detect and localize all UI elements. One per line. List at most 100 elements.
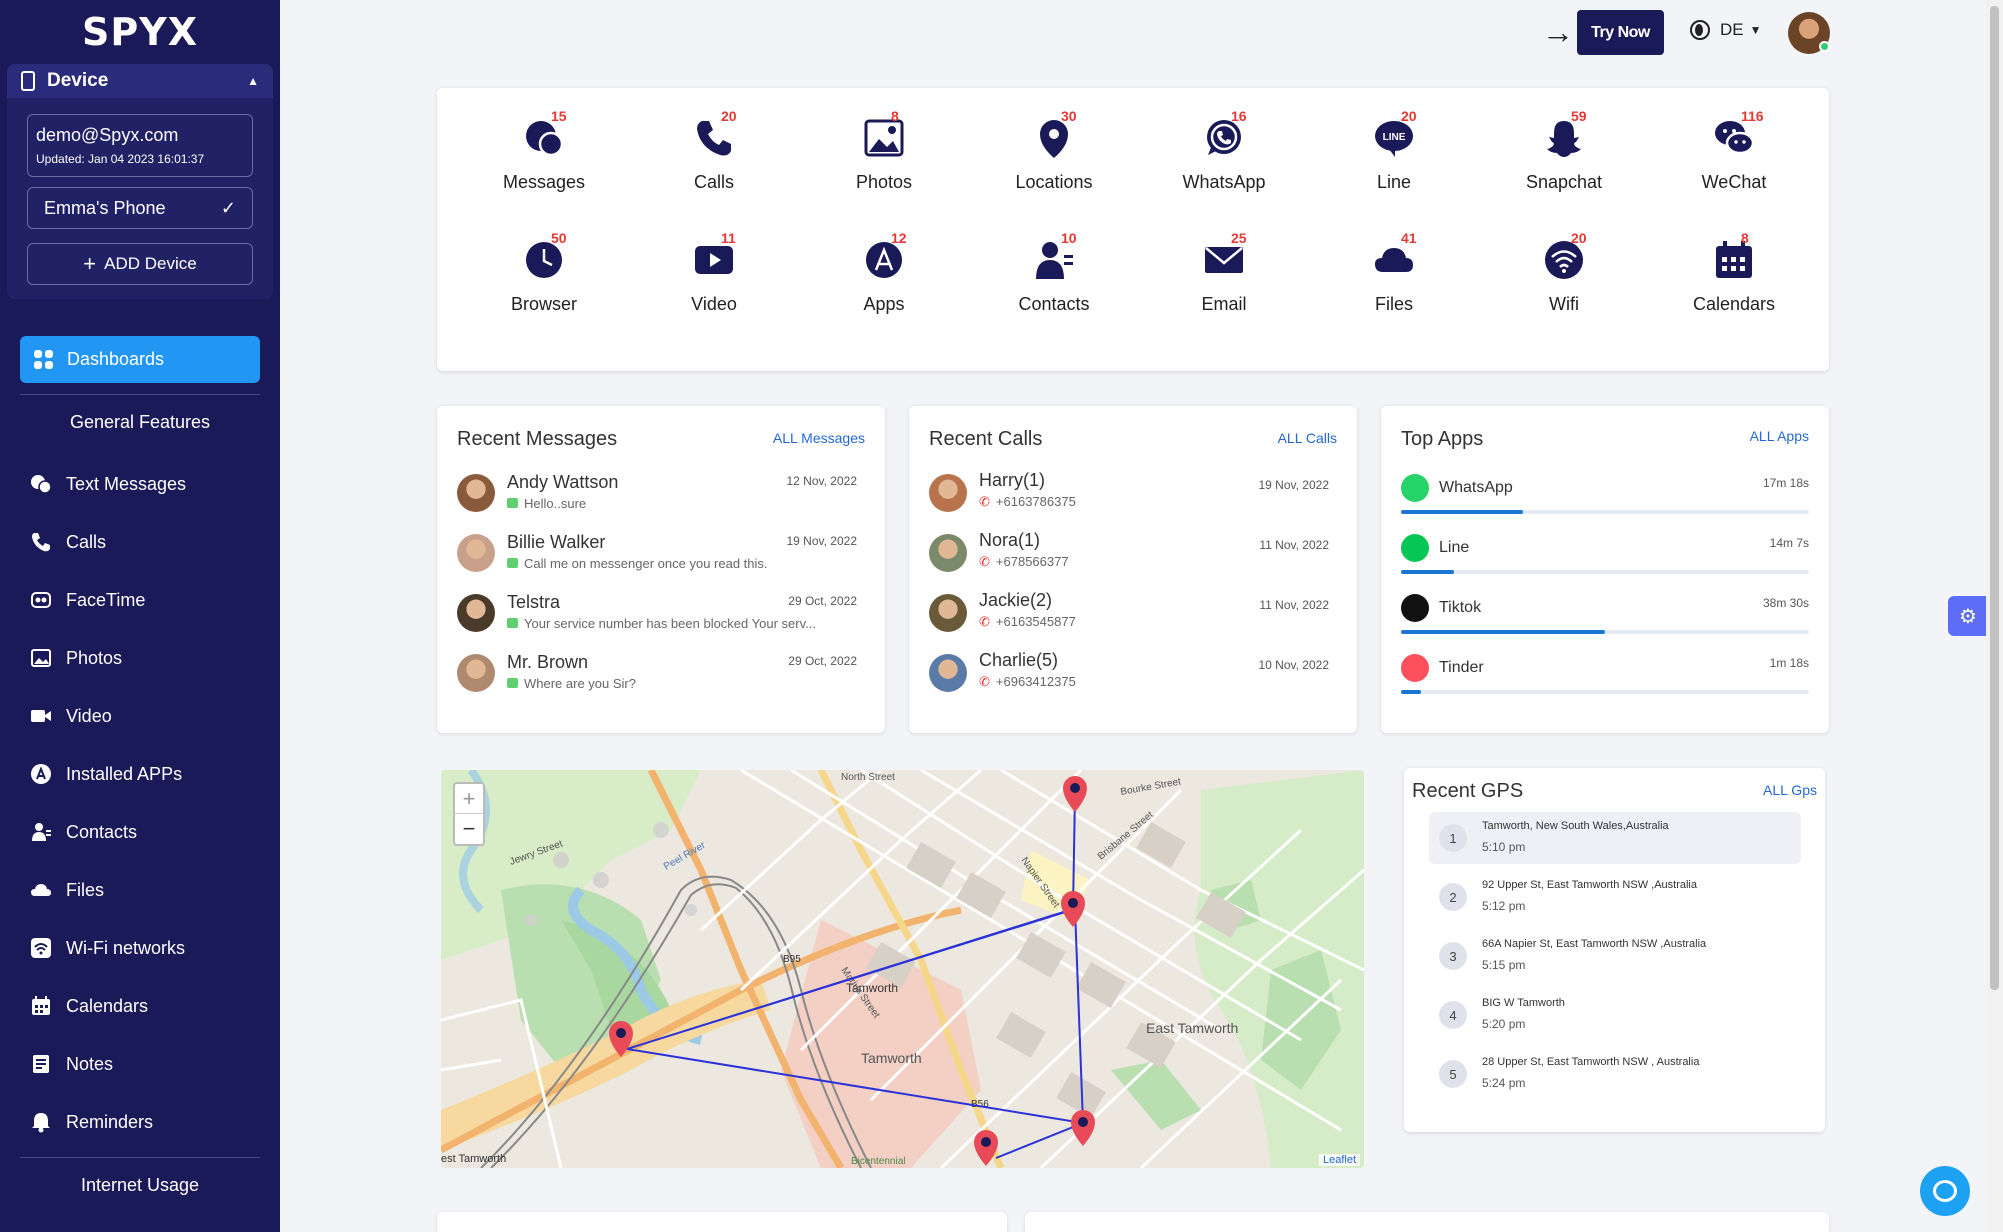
feature-count: 12 <box>891 230 907 246</box>
feature-label: Browser <box>510 294 577 314</box>
gps-row[interactable]: 1 Tamworth, New South Wales,Australia 5:… <box>1429 812 1801 864</box>
feature-messages[interactable]: 15 Messages <box>469 108 619 193</box>
feature-count: 30 <box>1061 108 1077 124</box>
nav-notes[interactable]: Notes <box>30 1049 113 1079</box>
nav-facetime[interactable]: FaceTime <box>30 585 145 615</box>
nav-label: Text Messages <box>66 473 187 494</box>
all-calls-link[interactable]: ALL Calls <box>1278 430 1337 446</box>
nav-general-features[interactable]: General Features <box>0 412 280 433</box>
settings-gear-button[interactable]: ⚙ <box>1948 596 1988 636</box>
feature-calendars[interactable]: 8 Calendars <box>1659 230 1809 315</box>
feature-label: WhatsApp <box>1182 172 1266 192</box>
feature-label: Calls <box>693 172 734 192</box>
feature-files[interactable]: 41 Files <box>1319 230 1469 315</box>
call-number: ✆ +6163545877 <box>979 614 1329 630</box>
map-attribution[interactable]: Leaflet <box>1318 1154 1360 1166</box>
all-gps-link[interactable]: ALL Gps <box>1763 782 1817 798</box>
feature-count: 20 <box>1401 108 1417 124</box>
recent-calls-card: Recent Calls ALL Calls Harry(1) ✆ +616378… <box>909 406 1357 733</box>
feature-wechat[interactable]: 116 WeChat <box>1659 108 1809 193</box>
message-sender: Telstra <box>507 592 561 612</box>
language-select[interactable]: DE ▼ <box>1690 20 1762 40</box>
message-date: 29 Oct, 2022 <box>788 594 857 608</box>
scrollbar-thumb[interactable] <box>1990 6 1999 990</box>
nav-reminders[interactable]: Reminders <box>30 1107 153 1137</box>
feature-browser[interactable]: 50 Browser <box>469 230 619 315</box>
feature-video[interactable]: 11 Video <box>639 230 789 315</box>
nav-text-messages[interactable]: Text Messages <box>30 469 186 499</box>
app-usage-row[interactable]: WhatsApp 17m 18s <box>1401 474 1809 524</box>
feature-whatsapp[interactable]: 16 WhatsApp <box>1149 108 1299 193</box>
call-row[interactable]: Nora(1) ✆ +678566377 11 Nov, 2022 <box>929 530 1329 580</box>
nav-installed-apps[interactable]: Installed APPs <box>30 759 182 789</box>
app-usage-row[interactable]: Tinder 1m 18s <box>1401 654 1809 704</box>
nav-calendars[interactable]: Calendars <box>30 991 148 1021</box>
message-row[interactable]: Telstra Your service number has been blo… <box>457 592 857 642</box>
feature-apps[interactable]: 12 Apps <box>809 230 959 315</box>
video-camera-icon <box>30 705 52 727</box>
wifi-icon <box>1543 239 1585 286</box>
avatar <box>457 474 495 512</box>
all-apps-link[interactable]: ALL Apps <box>1750 428 1809 444</box>
nav-photos[interactable]: Photos <box>30 643 122 673</box>
try-now-button[interactable]: Try Now <box>1577 10 1664 55</box>
svg-text:Bicentennial: Bicentennial <box>851 1156 905 1167</box>
nav-calls[interactable]: Calls <box>30 527 106 557</box>
device-title: Device <box>47 70 109 91</box>
gps-map[interactable]: Jewry Street Tamworth Tamworth East Tamw… <box>441 770 1364 1168</box>
app-name: Tiktok <box>1439 599 1482 616</box>
all-messages-link[interactable]: ALL Messages <box>773 430 865 446</box>
feature-snapchat[interactable]: 59 Snapchat <box>1489 108 1639 193</box>
calendar-icon <box>1713 239 1755 286</box>
add-device-button[interactable]: + ADD Device <box>27 243 253 285</box>
feature-locations[interactable]: 30 Locations <box>979 108 1129 193</box>
nav-video[interactable]: Video <box>30 701 112 731</box>
live-chat-button[interactable] <box>1920 1166 1970 1216</box>
call-row[interactable]: Harry(1) ✆ +6163786375 19 Nov, 2022 <box>929 470 1329 520</box>
feature-count: 8 <box>891 108 899 124</box>
gps-row[interactable]: 5 28 Upper St, East Tamworth NSW , Austr… <box>1429 1048 1801 1100</box>
zoom-in-button[interactable]: + <box>455 784 483 814</box>
device-select[interactable]: Emma's Phone ✓ <box>27 187 253 229</box>
feature-label: Locations <box>1015 172 1093 192</box>
cloud-icon <box>1373 239 1415 286</box>
gps-row[interactable]: 3 66A Napier St, East Tamworth NSW ,Aust… <box>1429 930 1801 982</box>
nav-dashboards[interactable]: Dashboards <box>20 336 260 383</box>
call-contact: Jackie(2) <box>979 590 1053 610</box>
feature-wifi[interactable]: 20 Wifi <box>1489 230 1639 315</box>
image-icon <box>30 647 52 669</box>
app-usage-row[interactable]: Line 14m 7s <box>1401 534 1809 584</box>
nav-files[interactable]: Files <box>30 875 104 905</box>
nav-wifi-networks[interactable]: Wi-Fi networks <box>30 933 185 963</box>
gear-icon: ⚙ <box>1959 605 1977 628</box>
gps-row[interactable]: 2 92 Upper St, East Tamworth NSW ,Austra… <box>1429 871 1801 923</box>
app-usage-row[interactable]: Tiktok 38m 30s <box>1401 594 1809 644</box>
nav-contacts[interactable]: Contacts <box>30 817 137 847</box>
message-row[interactable]: Andy Wattson Hello..sure 12 Nov, 2022 <box>457 472 857 522</box>
page-scrollbar[interactable] <box>1986 0 2003 1232</box>
message-sender: Billie Walker <box>507 532 606 552</box>
feature-line[interactable]: LINE 20 Line <box>1319 108 1469 193</box>
globe-icon <box>1690 20 1710 40</box>
device-account: demo@Spyx.com Updated: Jan 04 2023 16:01… <box>27 114 253 177</box>
message-row[interactable]: Billie Walker Call me on messenger once … <box>457 532 857 582</box>
user-avatar[interactable] <box>1788 12 1830 54</box>
spyx-logo[interactable]: SPYX <box>0 0 280 64</box>
zoom-out-button[interactable]: − <box>455 814 483 844</box>
nav-label: FaceTime <box>66 589 146 610</box>
nav-internet-usage[interactable]: Internet Usage <box>0 1175 280 1196</box>
app-time: 38m 30s <box>1762 596 1809 610</box>
device-toggle[interactable]: Device ▲ <box>7 64 273 98</box>
gps-row[interactable]: 4 BIG W Tamworth 5:20 pm <box>1429 989 1801 1041</box>
app-name: Line <box>1439 539 1470 556</box>
avatar <box>929 474 967 512</box>
call-row[interactable]: Jackie(2) ✆ +6163545877 11 Nov, 2022 <box>929 590 1329 640</box>
feature-calls[interactable]: 20 Calls <box>639 108 789 193</box>
call-number: ✆ +678566377 <box>979 554 1329 570</box>
call-row[interactable]: Charlie(5) ✆ +6963412375 10 Nov, 2022 <box>929 650 1329 700</box>
feature-contacts[interactable]: 10 Contacts <box>979 230 1129 315</box>
message-row[interactable]: Mr. Brown Where are you Sir? 29 Oct, 202… <box>457 652 857 702</box>
feature-photos[interactable]: 8 Photos <box>809 108 959 193</box>
feature-email[interactable]: 25 Email <box>1149 230 1299 315</box>
svg-text:LINE: LINE <box>1383 132 1406 143</box>
